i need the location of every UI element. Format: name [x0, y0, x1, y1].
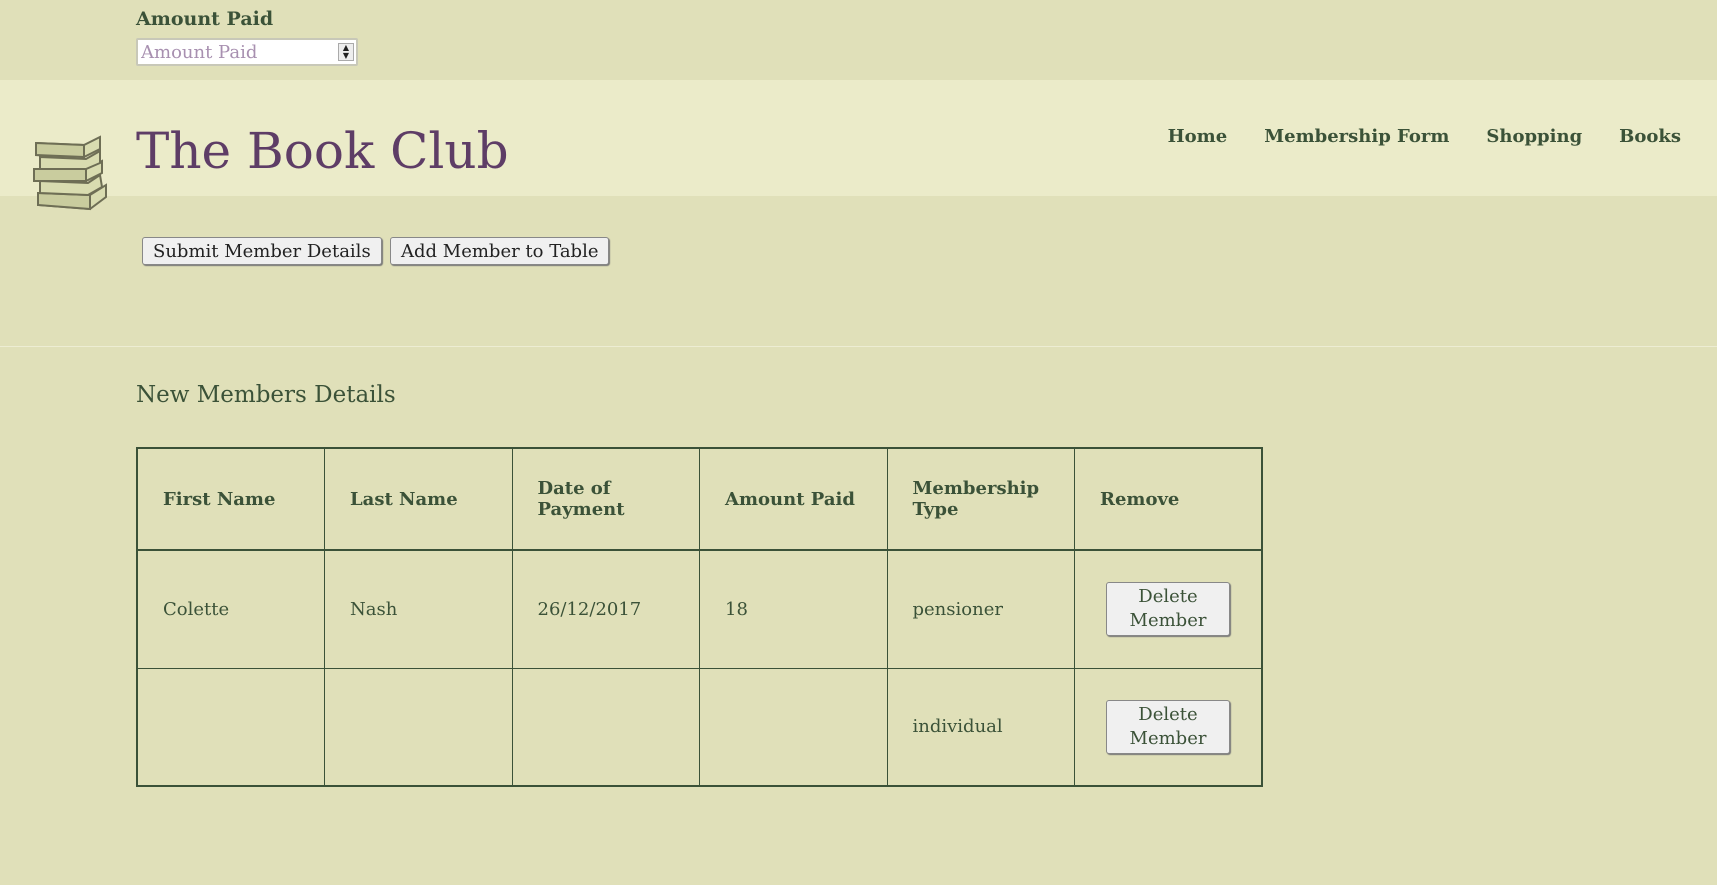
- delete-member-button[interactable]: Delete Member: [1106, 582, 1230, 637]
- table-header-row: First Name Last Name Date of Payment Amo…: [136, 447, 1263, 551]
- cell-date-of-payment: [511, 667, 700, 787]
- amount-paid-label: Amount Paid: [136, 8, 274, 30]
- spin-down-icon[interactable]: ▼: [343, 52, 349, 60]
- cell-remove: Delete Member: [1074, 549, 1263, 669]
- amount-paid-input[interactable]: [138, 40, 334, 64]
- section-divider: [0, 346, 1717, 347]
- cell-last-name: [324, 667, 513, 787]
- amount-paid-field-wrapper: ▲ ▼: [136, 38, 358, 66]
- members-table: First Name Last Name Date of Payment Amo…: [136, 447, 1263, 787]
- cell-first-name: Colette: [136, 549, 325, 669]
- nav-shopping[interactable]: Shopping: [1486, 126, 1582, 147]
- nav-home[interactable]: Home: [1168, 126, 1228, 147]
- cell-amount-paid: 18: [699, 549, 888, 669]
- column-header-remove: Remove: [1074, 447, 1263, 551]
- column-header-amount-paid: Amount Paid: [699, 447, 888, 551]
- nav-membership-form[interactable]: Membership Form: [1264, 126, 1449, 147]
- column-header-date-of-payment: Date of Payment: [511, 447, 700, 551]
- cell-first-name: [136, 667, 325, 787]
- cell-remove: Delete Member: [1074, 667, 1263, 787]
- cell-amount-paid: [699, 667, 888, 787]
- books-stack-icon: [33, 135, 107, 211]
- submit-member-details-button[interactable]: Submit Member Details: [142, 237, 382, 265]
- table-row: individual Delete Member: [136, 667, 1263, 787]
- column-header-first-name: First Name: [136, 447, 325, 551]
- members-section-title: New Members Details: [136, 382, 396, 408]
- number-spinner[interactable]: ▲ ▼: [338, 43, 354, 61]
- nav-books[interactable]: Books: [1619, 126, 1681, 147]
- table-row: Colette Nash 26/12/2017 18 pensioner Del…: [136, 549, 1263, 669]
- cell-membership-type: individual: [886, 667, 1075, 787]
- cell-membership-type: pensioner: [886, 549, 1075, 669]
- delete-member-button[interactable]: Delete Member: [1106, 699, 1230, 754]
- column-header-last-name: Last Name: [324, 447, 513, 551]
- cell-date-of-payment: 26/12/2017: [511, 549, 700, 669]
- add-member-to-table-button[interactable]: Add Member to Table: [390, 237, 610, 265]
- main-nav: Home Membership Form Shopping Books: [1168, 126, 1681, 147]
- column-header-membership-type: Membership Type: [886, 447, 1075, 551]
- cell-last-name: Nash: [324, 549, 513, 669]
- site-title: The Book Club: [136, 122, 509, 180]
